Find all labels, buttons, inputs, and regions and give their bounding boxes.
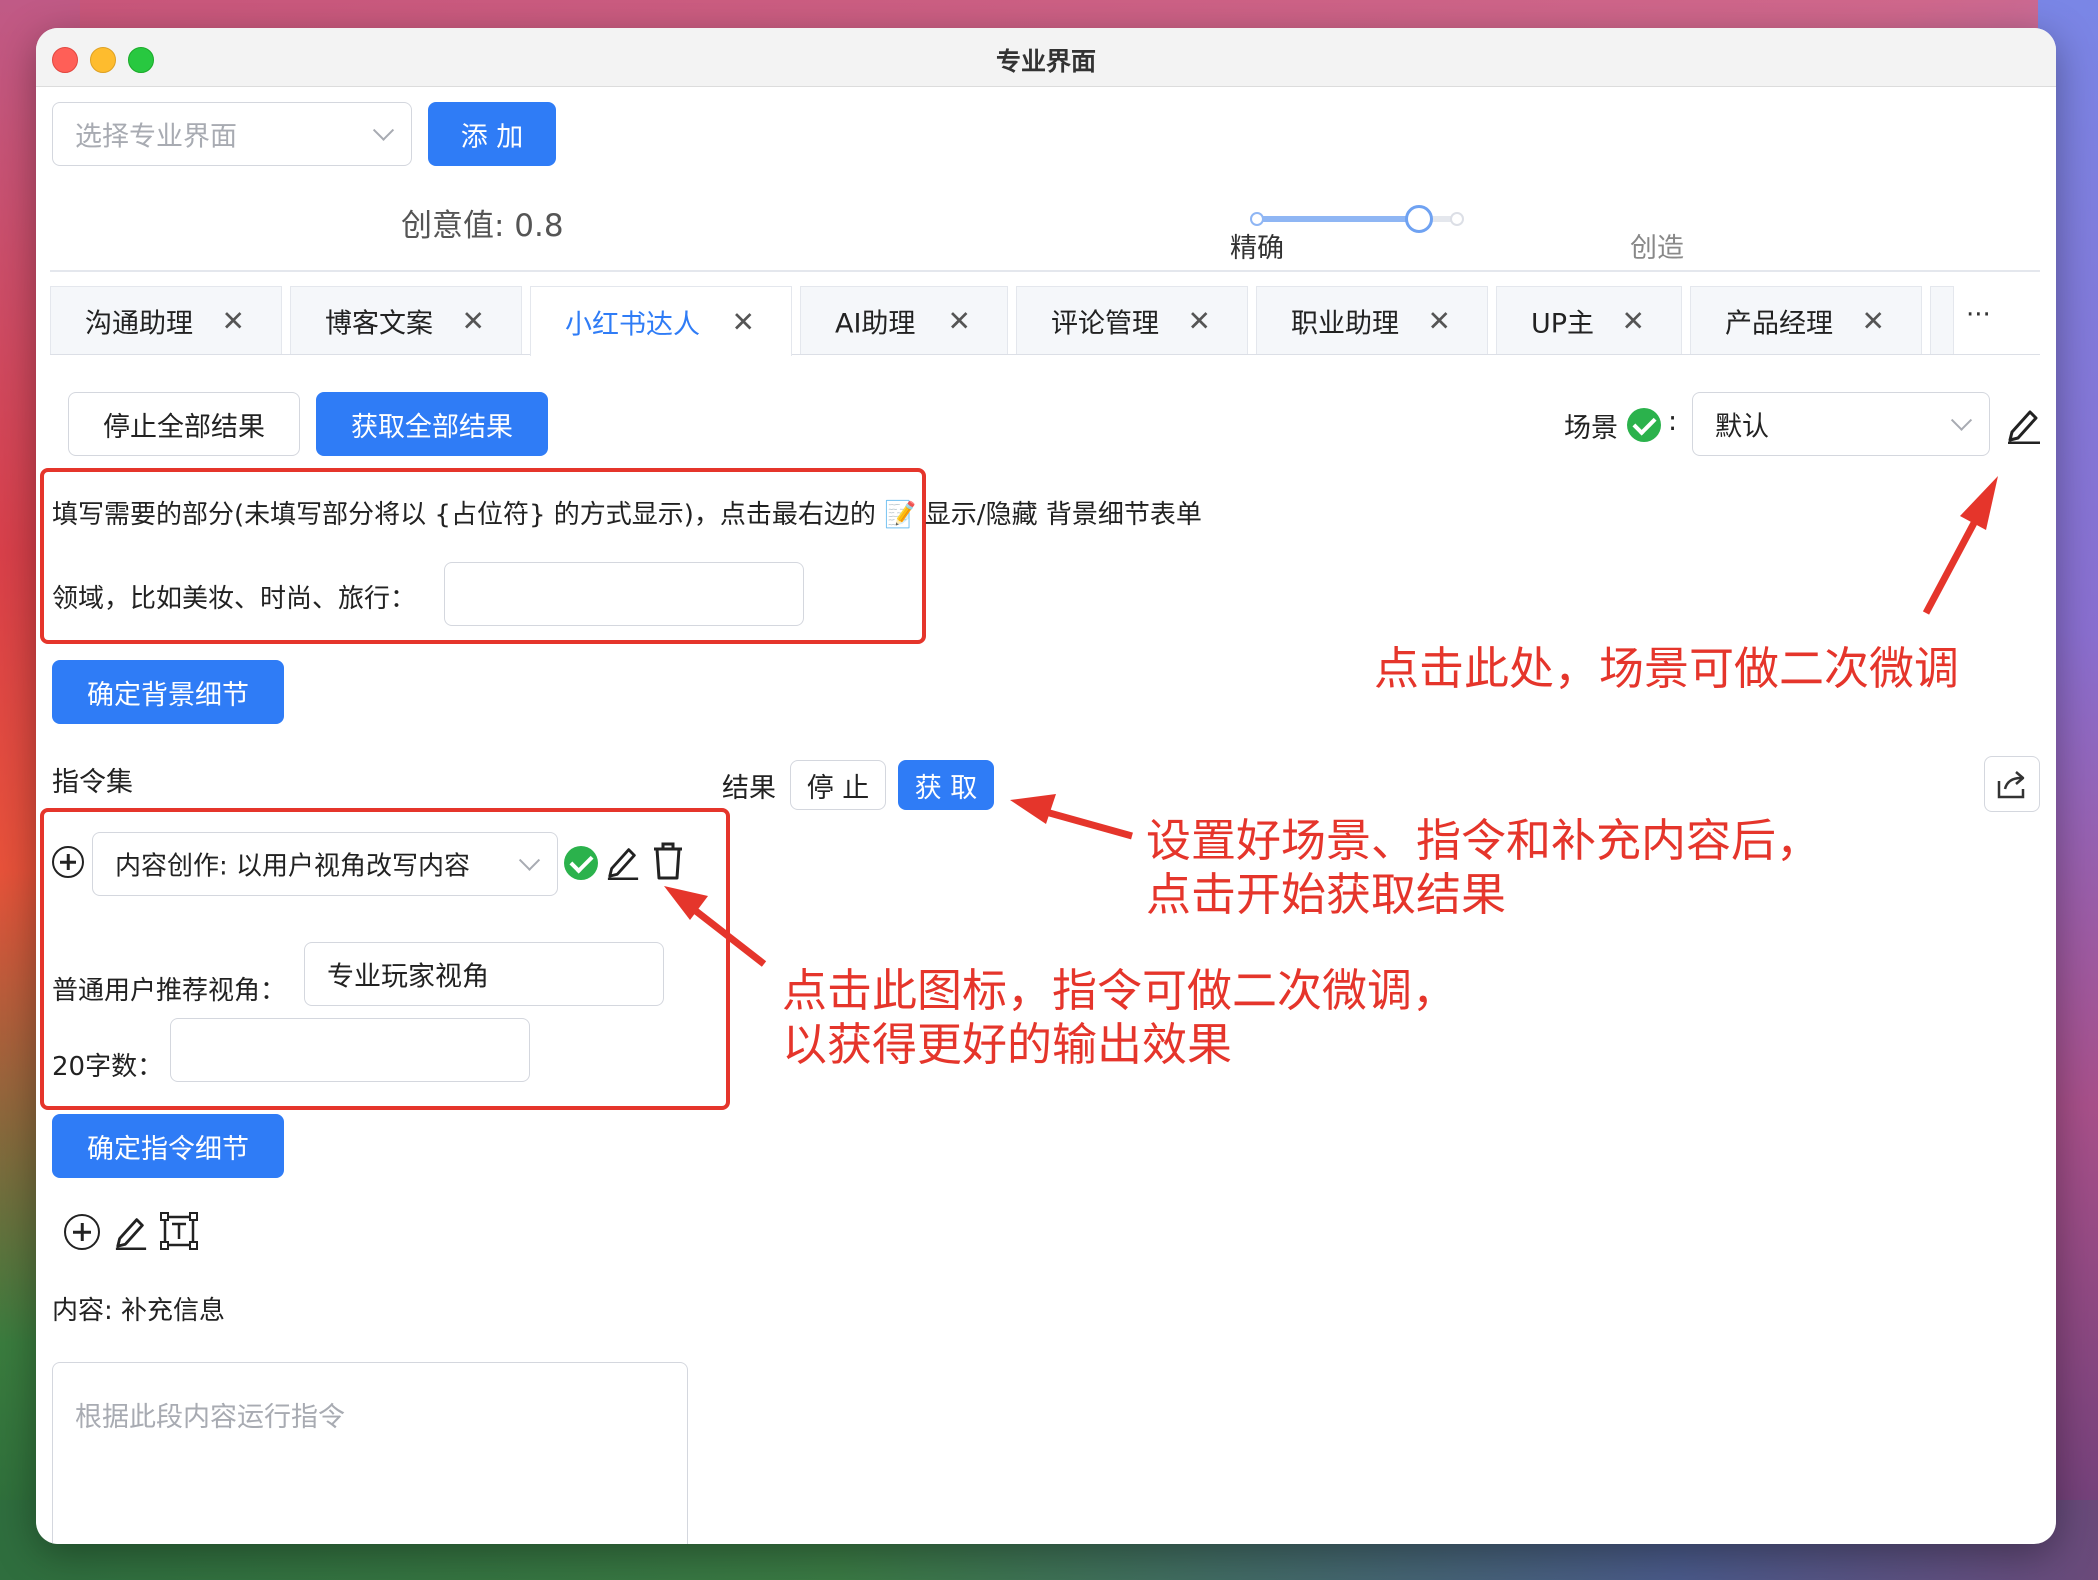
annotation-arrows [664, 476, 1998, 967]
scene-arrow [1922, 476, 1998, 615]
app-window: 专业界面 选择专业界面 添 加 创意值: 0.8 精确 创造 沟通助理 ✕ 博客… [36, 28, 2056, 1544]
get-arrow [1010, 794, 1133, 840]
icon-arrow [664, 886, 767, 967]
